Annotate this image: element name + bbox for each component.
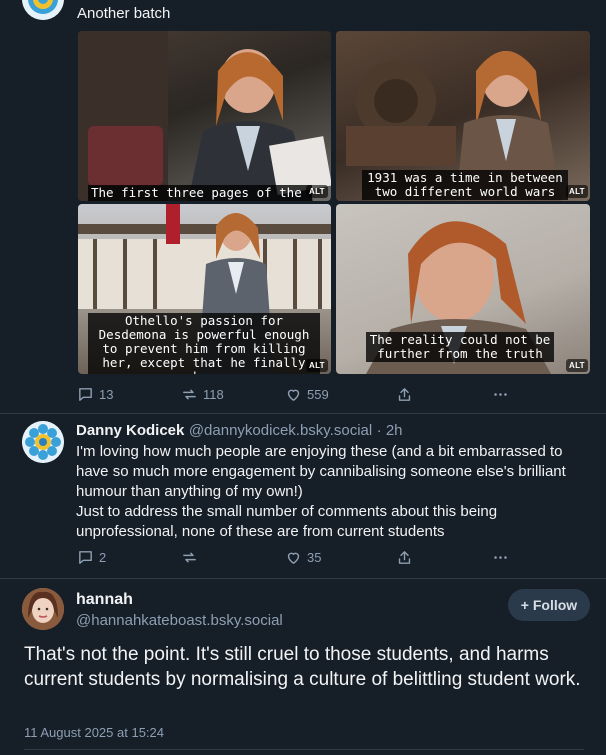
- image-caption: The first three pages of the novel exte: [88, 185, 312, 201]
- repost-button[interactable]: 118: [181, 386, 224, 403]
- follow-button[interactable]: + Follow: [508, 589, 590, 621]
- post-header: Danny Kodicek @dannykodicek.bsky.social …: [76, 422, 403, 440]
- author-name[interactable]: Danny Kodicek: [76, 422, 184, 439]
- reply-button[interactable]: 2: [77, 549, 106, 566]
- share-button[interactable]: [396, 386, 413, 403]
- alt-badge[interactable]: ALT: [306, 185, 328, 198]
- avatar[interactable]: [22, 0, 64, 20]
- like-count: 559: [307, 387, 329, 402]
- avatar[interactable]: [22, 421, 64, 463]
- like-count: 35: [307, 550, 322, 565]
- image-caption: 1931 was a time in between two different…: [362, 170, 568, 200]
- post-text: Another batch: [77, 5, 171, 22]
- author-name[interactable]: hannah: [76, 591, 133, 609]
- post-time: · 2h: [376, 422, 403, 439]
- post-image[interactable]: The first three pages of the novel exte …: [78, 31, 331, 201]
- divider: [0, 413, 606, 414]
- heart-icon: [287, 389, 300, 401]
- avatar[interactable]: [22, 588, 64, 630]
- post-timestamp: 11 August 2025 at 15:24: [24, 725, 164, 740]
- reply-icon: [79, 388, 92, 401]
- like-button[interactable]: 559: [285, 386, 329, 403]
- divider: [0, 578, 606, 579]
- post-image[interactable]: Othello's passion for Desdemona is power…: [78, 204, 331, 374]
- reply-count: 2: [99, 550, 107, 565]
- author-handle[interactable]: @dannykodicek.bsky.social: [189, 422, 372, 439]
- repost-button[interactable]: [181, 549, 198, 566]
- share-icon: [398, 551, 411, 564]
- share-button[interactable]: [396, 549, 413, 566]
- post-text: I'm loving how much people are enjoying …: [76, 443, 566, 540]
- more-button[interactable]: [492, 549, 509, 566]
- divider: [24, 749, 584, 750]
- post-image[interactable]: The reality could not be further from th…: [336, 204, 590, 374]
- post-text: That's not the point. It's still cruel t…: [24, 644, 581, 690]
- more-button[interactable]: [492, 386, 509, 403]
- alt-badge[interactable]: ALT: [306, 359, 328, 372]
- alt-badge[interactable]: ALT: [566, 185, 588, 198]
- share-icon: [398, 388, 411, 401]
- more-icon: [494, 393, 507, 396]
- like-button[interactable]: 35: [285, 549, 321, 566]
- repost-icon: [183, 389, 196, 400]
- reply-icon: [79, 551, 92, 564]
- reply-button[interactable]: 13: [77, 386, 113, 403]
- alt-badge[interactable]: ALT: [566, 359, 588, 372]
- more-icon: [494, 556, 507, 559]
- post-image[interactable]: 1931 was a time in between two different…: [336, 31, 590, 201]
- repost-count: 118: [203, 387, 224, 402]
- image-caption: The reality could not be further from th…: [366, 332, 554, 362]
- heart-icon: [287, 552, 300, 564]
- author-handle[interactable]: @hannahkateboast.bsky.social: [76, 612, 283, 629]
- repost-icon: [183, 552, 196, 563]
- reply-count: 13: [99, 387, 114, 402]
- image-caption: Othello's passion for Desdemona is power…: [88, 313, 320, 374]
